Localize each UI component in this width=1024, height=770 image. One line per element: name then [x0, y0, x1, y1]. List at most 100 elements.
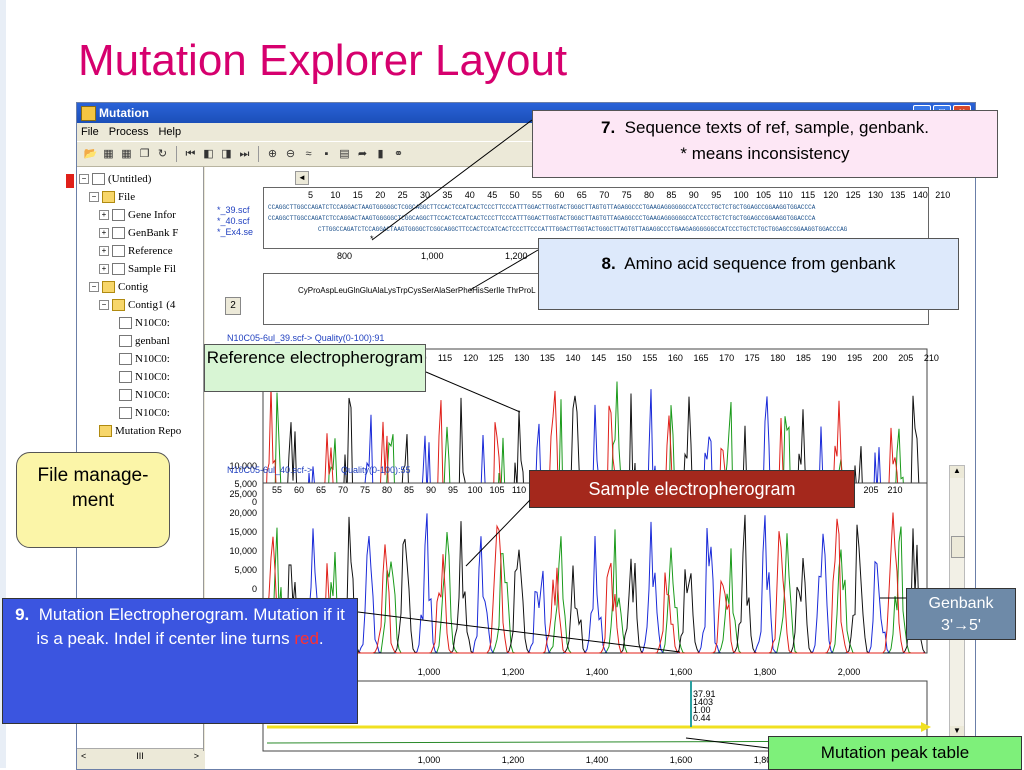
tree-item[interactable]: N10C0: [119, 315, 170, 331]
binoculars-icon[interactable]: ⚭ [391, 147, 406, 162]
callout-7-text2: * means inconsistency [680, 144, 850, 163]
expand-icon[interactable]: + [99, 228, 109, 238]
expand-icon[interactable]: + [99, 264, 109, 274]
tree-item[interactable]: − Contig1 (4 [99, 297, 175, 313]
reference-ruler-label: 170 [719, 353, 734, 363]
slide-title: Mutation Explorer Layout [78, 36, 568, 85]
callout-peak-table: Mutation peak table [768, 736, 1022, 770]
tree-item-label: Mutation Repo [115, 425, 182, 437]
open-folder-icon[interactable]: 📂 [83, 147, 98, 162]
callout-7-number: 7. [601, 118, 616, 137]
first-icon[interactable]: ⏮ [183, 147, 198, 162]
tree-item[interactable]: + Gene Infor [99, 207, 176, 223]
toolbar-separator [176, 146, 177, 162]
sample-y-tick: 20,000 [229, 508, 257, 518]
tree-horizontal-scrollbar[interactable]: < III > [77, 748, 203, 763]
scroll-thumb[interactable] [951, 536, 965, 558]
tree-item[interactable]: + Sample Fil [99, 261, 176, 277]
selection-marker [66, 174, 74, 188]
expand-icon[interactable]: + [99, 246, 109, 256]
tree-item[interactable]: Mutation Repo [99, 423, 181, 439]
sample-ruler-label: 55 [272, 485, 282, 495]
reference-ruler-label: 120 [463, 353, 478, 363]
collapse-icon[interactable]: − [79, 174, 89, 184]
file-icon [119, 389, 132, 401]
tree-scroll-thumb[interactable]: III [136, 751, 144, 761]
reference-ruler-label: 200 [873, 353, 888, 363]
reference-ruler-label: 165 [693, 353, 708, 363]
sample-panel-frame [262, 482, 928, 654]
file-icon [119, 335, 132, 347]
sample-ruler-label: 60 [294, 485, 304, 495]
tree-scroll-right[interactable]: > [190, 751, 203, 761]
arrow-icon[interactable]: ➦ [355, 147, 370, 162]
sample-ruler-label: 75 [360, 485, 370, 495]
reference-ruler-label: 180 [770, 353, 785, 363]
tree-item[interactable]: N10C0: [119, 387, 170, 403]
last-icon[interactable]: ⏭ [237, 147, 252, 162]
file-icon [92, 173, 105, 185]
expand-icon[interactable]: + [99, 210, 109, 220]
sample-ruler-label: 65 [316, 485, 326, 495]
tree-item-label: Sample Fil [128, 263, 176, 275]
callout-9-red: red [294, 629, 319, 648]
tree-scroll-left[interactable]: < [77, 751, 90, 761]
copy-icon[interactable]: ❐ [137, 147, 152, 162]
tree-item-label: Gene Infor [128, 209, 176, 221]
callout-9-end: . [318, 629, 324, 648]
zoom-in-icon[interactable]: ⊕ [265, 147, 280, 162]
file-icon [119, 407, 132, 419]
prev-icon[interactable]: ◧ [201, 147, 216, 162]
refresh-icon[interactable]: ↻ [155, 147, 170, 162]
grid2-icon[interactable]: ▦ [119, 147, 134, 162]
file-icon [119, 371, 132, 383]
tree-item[interactable]: N10C0: [119, 405, 170, 421]
menu-file[interactable]: File [81, 123, 99, 141]
sample-x-tick: 1,000 [418, 667, 441, 677]
zoom-out-icon[interactable]: ⊖ [283, 147, 298, 162]
collapse-icon[interactable]: − [89, 282, 99, 292]
tree-item[interactable]: − File [89, 189, 135, 205]
table-icon[interactable]: ▤ [337, 147, 352, 162]
grid-icon[interactable]: ▦ [101, 147, 116, 162]
callout-genbank: Genbank 3'→5' [906, 588, 1016, 640]
bar-chart-icon[interactable]: ▮ [373, 147, 388, 162]
wave-icon[interactable]: ≈ [301, 147, 316, 162]
file-icon [119, 317, 132, 329]
collapse-icon[interactable]: − [89, 192, 99, 202]
sample-ruler-label: 80 [382, 485, 392, 495]
tree-item[interactable]: − Contig [89, 279, 148, 295]
tree-item[interactable]: + GenBank F [99, 225, 178, 241]
sample-ruler-label: 100 [467, 485, 482, 495]
next-icon[interactable]: ◨ [219, 147, 234, 162]
sample-ruler-label: 70 [338, 485, 348, 495]
scroll-up-button[interactable]: ▲ [950, 466, 964, 478]
callout-7: 7. Sequence texts of ref, sample, genban… [532, 110, 998, 178]
folder-icon [99, 425, 112, 437]
collapse-icon[interactable]: − [99, 300, 109, 310]
mutation-peak-value: 0.44 [693, 713, 711, 723]
tree-item-label: GenBank F [128, 227, 179, 239]
save-icon[interactable]: ▪ [319, 147, 334, 162]
reference-ruler-label: 150 [617, 353, 632, 363]
tree-item[interactable]: N10C0: [119, 369, 170, 385]
tree-item[interactable]: genbanl [119, 333, 170, 349]
tree-item[interactable]: − (Untitled) [79, 171, 151, 187]
menu-help[interactable]: Help [158, 123, 181, 141]
tree-item[interactable]: + Reference [99, 243, 173, 259]
reference-ruler-label: 175 [745, 353, 760, 363]
reference-ruler-label: 155 [642, 353, 657, 363]
tree-item-label: (Untitled) [108, 173, 152, 185]
sample-ruler-label: 85 [404, 485, 414, 495]
window-title: Mutation [99, 106, 149, 120]
sample-y-tick: 5,000 [234, 565, 257, 575]
file-icon [112, 245, 125, 257]
menu-process[interactable]: Process [109, 123, 149, 141]
sample-ruler-label: 90 [426, 485, 436, 495]
sample-x-tick: 1,400 [586, 667, 609, 677]
sample-x-tick: 1,600 [670, 667, 693, 677]
tree-item[interactable]: N10C0: [119, 351, 170, 367]
callout-9: 9. Mutation Electropherogram. Mutation i… [2, 598, 358, 724]
callout-9-number: 9. [15, 605, 30, 624]
mutation-x-tick: 1,200 [502, 755, 525, 765]
